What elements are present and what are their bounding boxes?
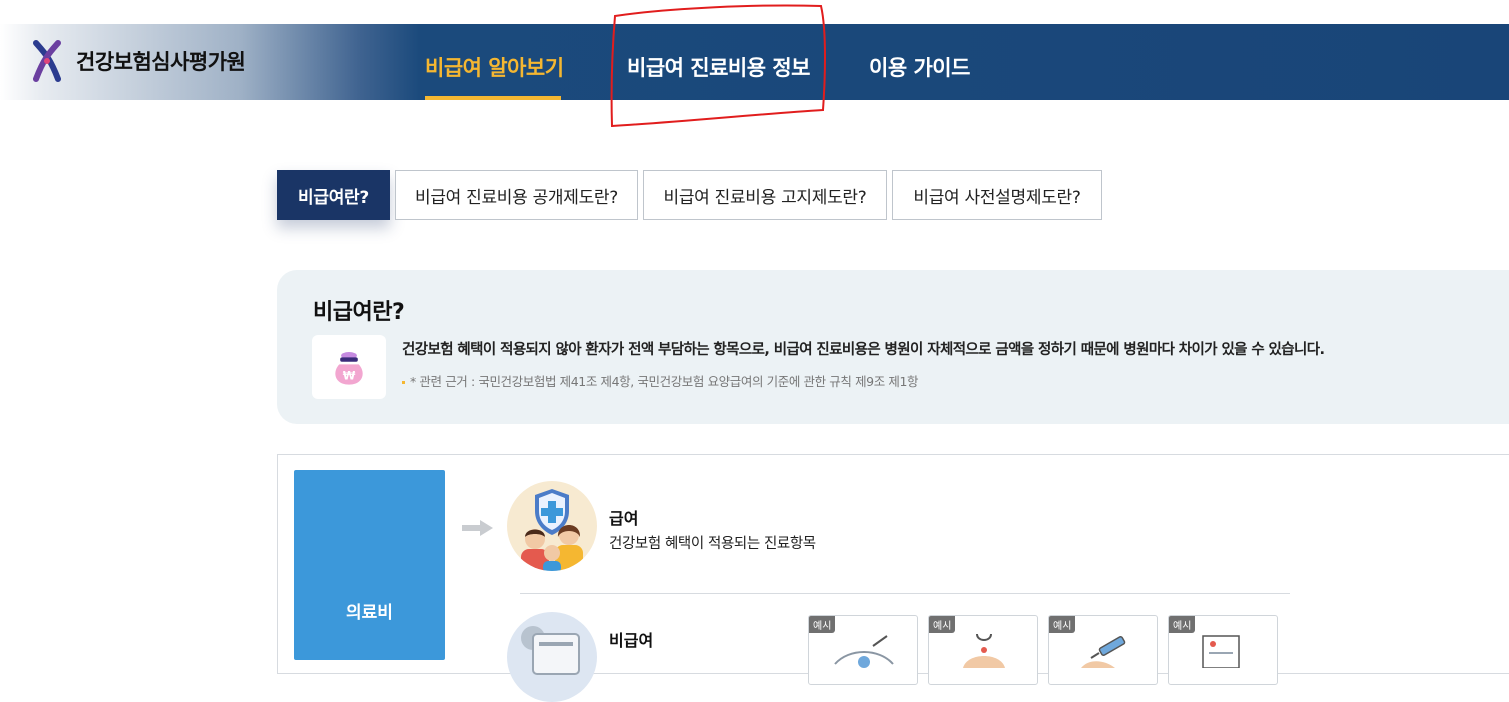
medical-cost-label: 의료비 xyxy=(346,603,393,623)
definition-box: 비급여란? ₩ 건강보험 혜택이 적용되지 않아 환자가 전액 부담하는 항목으… xyxy=(277,270,1509,424)
definition-text: 건강보험 혜택이 적용되지 않아 환자가 전액 부담하는 항목으로, 비급여 진… xyxy=(402,342,1325,358)
legal-basis-text: * 관련 근거 : 국민건강보험법 제41조 제4항, 국민건강보험 요양급여의… xyxy=(410,374,919,389)
arrow-right-icon xyxy=(462,520,493,536)
example-card[interactable]: 예시 xyxy=(1168,615,1278,685)
eye-surgery-icon xyxy=(834,635,894,668)
example-card[interactable]: 예시 xyxy=(928,615,1038,685)
medical-cost-box: 의료비 xyxy=(294,470,445,660)
top-strip xyxy=(0,0,1509,24)
divider xyxy=(520,593,1290,594)
definition-title: 비급여란? xyxy=(313,300,405,325)
nav-noncovered-cost-info[interactable]: 비급여 진료비용 정보 xyxy=(627,24,811,100)
injection-icon xyxy=(1081,636,1126,668)
logo-text: 건강보험심사평가원 xyxy=(76,50,246,74)
covered-description: 건강보험 혜택이 적용되는 진료항목 xyxy=(609,536,816,552)
document-certificate-icon xyxy=(1202,635,1240,668)
example-card[interactable]: 예시 xyxy=(1048,615,1158,685)
site-logo[interactable]: 건강보험심사평가원 xyxy=(32,40,246,82)
example-card[interactable]: 예시 xyxy=(808,615,918,685)
noncovered-title: 비급여 xyxy=(609,631,654,650)
site-header: 건강보험심사평가원 비급여 알아보기 비급여 진료비용 정보 이용 가이드 xyxy=(0,24,1509,100)
bullet-icon xyxy=(402,381,405,384)
coverage-diagram: 의료비 급여 건강보험 혜택이 적용되는 진료항목 비급여 예시 예시 예시 예… xyxy=(277,454,1509,702)
hira-logo-icon xyxy=(33,40,61,82)
nav-usage-guide[interactable]: 이용 가이드 xyxy=(869,24,970,100)
covered-title: 급여 xyxy=(609,509,639,528)
tab-cost-notice[interactable]: 비급여 진료비용 고지제도란? xyxy=(643,170,887,220)
noncovered-illustration xyxy=(507,612,597,702)
shoulder-therapy-icon xyxy=(963,633,1005,668)
tab-cost-disclosure[interactable]: 비급여 진료비용 공개제도란? xyxy=(395,170,638,220)
money-bag-icon: ₩ xyxy=(312,335,386,399)
svg-text:₩: ₩ xyxy=(343,368,356,382)
nav-noncovered-intro[interactable]: 비급여 알아보기 xyxy=(425,24,564,100)
legal-basis-note: * 관련 근거 : 국민건강보험법 제41조 제4항, 국민건강보험 요양급여의… xyxy=(402,371,919,390)
tab-prior-explanation[interactable]: 비급여 사전설명제도란? xyxy=(892,170,1102,220)
covered-family-illustration xyxy=(507,481,597,571)
tab-what-is-noncovered[interactable]: 비급여란? xyxy=(277,170,390,220)
